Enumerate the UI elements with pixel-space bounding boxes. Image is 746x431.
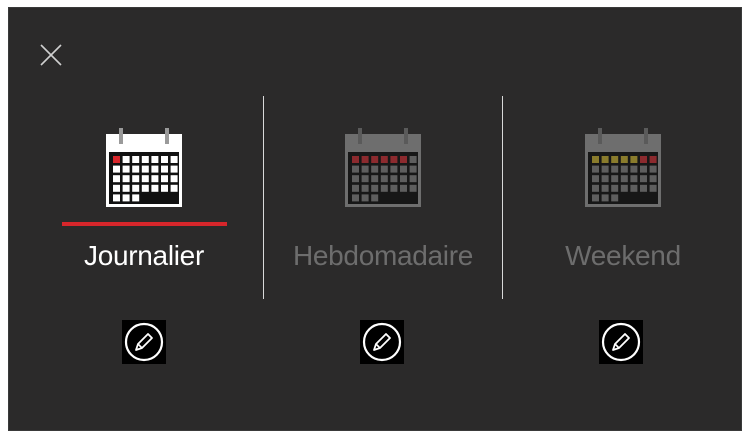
edit-weekly-button[interactable] — [360, 320, 404, 364]
edit-weekend-button[interactable] — [599, 320, 643, 364]
calendar-daily-icon — [105, 126, 183, 208]
pencil-icon — [124, 322, 164, 362]
calendar-weekend-icon — [584, 126, 662, 208]
mode-label: Journalier — [84, 240, 204, 271]
mode-label: Weekend — [565, 240, 681, 271]
mode-selector-dialog: Journalier Hebdomadaire Weekend — [8, 7, 742, 431]
mode-label: Hebdomadaire — [292, 240, 474, 271]
calendar-weekly-icon — [344, 126, 422, 208]
edit-daily-button[interactable] — [122, 320, 166, 364]
pencil-icon — [601, 322, 641, 362]
selected-underline — [62, 222, 227, 226]
pencil-icon — [362, 322, 402, 362]
close-icon — [40, 44, 62, 66]
close-button[interactable] — [37, 41, 65, 69]
